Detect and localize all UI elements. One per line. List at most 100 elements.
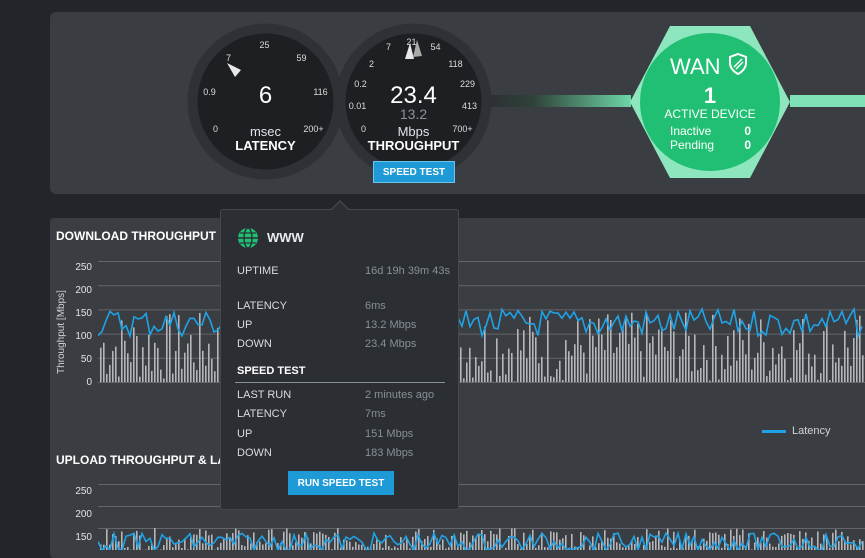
throughput-bar	[661, 327, 663, 382]
speed-latency-value: 7ms	[365, 407, 455, 422]
latency-row-value: 6ms	[365, 299, 455, 314]
throughput-bar	[103, 343, 105, 382]
throughput-bar	[616, 347, 618, 382]
throughput-bar	[394, 546, 396, 550]
throughput-bar	[646, 314, 648, 382]
throughput-bar	[496, 338, 498, 382]
throughput-bar	[499, 528, 501, 550]
throughput-bar	[841, 366, 843, 382]
globe-icon	[237, 227, 259, 249]
throughput-bar	[838, 358, 840, 382]
throughput-bar	[106, 374, 108, 382]
throughput-bar	[628, 344, 630, 382]
download-chart-plot[interactable]	[98, 261, 865, 386]
throughput-bar	[538, 363, 540, 382]
throughput-bar	[769, 544, 771, 550]
throughput-bar	[154, 528, 156, 550]
throughput-bar	[841, 532, 843, 550]
throughput-bar	[838, 541, 840, 550]
throughput-bar	[538, 545, 540, 550]
throughput-bar	[241, 545, 243, 550]
throughput-bar	[688, 336, 690, 382]
throughput-bar	[625, 318, 627, 382]
throughput-bar	[220, 543, 222, 550]
throughput-bar	[751, 370, 753, 382]
wan-active-label: ACTIVE DEVICE	[640, 107, 780, 121]
throughput-bar	[613, 353, 615, 382]
throughput-bar	[223, 539, 225, 550]
throughput-bar	[733, 330, 735, 382]
throughput-bar	[349, 542, 351, 550]
throughput-bar	[544, 377, 546, 382]
latency-legend-swatch	[762, 430, 786, 433]
throughput-bar	[784, 534, 786, 550]
throughput-bar	[313, 532, 315, 550]
run-speed-test-button[interactable]: RUN SPEED TEST	[288, 471, 394, 495]
throughput-bar	[133, 327, 135, 382]
throughput-gauge[interactable]: 0 0.01 0.2 2 7 21 54 118 229 413 700+ 23…	[335, 23, 492, 180]
upload-chart-plot[interactable]	[98, 484, 865, 550]
throughput-bar	[178, 315, 180, 382]
wan-pending-label: Pending	[670, 138, 714, 152]
throughput-bar	[718, 380, 720, 382]
throughput-bar	[154, 343, 156, 382]
throughput-bar	[358, 544, 360, 550]
throughput-bar	[487, 372, 489, 382]
wan-active-count: 1	[640, 83, 780, 109]
throughput-bar	[148, 546, 150, 550]
throughput-bar	[847, 348, 849, 382]
throughput-bar	[145, 366, 147, 382]
throughput-bar	[652, 336, 654, 382]
throughput-bar	[844, 331, 846, 382]
throughput-bar	[265, 543, 267, 550]
throughput-bar	[820, 544, 822, 550]
upload-ytick: 250	[56, 486, 92, 497]
throughput-bar	[748, 324, 750, 382]
throughput-bar	[721, 355, 723, 382]
throughput-bar	[205, 531, 207, 550]
wan-pending-count: 0	[744, 138, 751, 152]
throughput-tick-7: 118	[377, 59, 534, 69]
throughput-bar	[163, 545, 165, 550]
upload-chart-title: UPLOAD THROUGHPUT & LA	[56, 453, 226, 467]
throughput-bar	[547, 320, 549, 382]
throughput-bar	[565, 340, 567, 382]
throughput-bar	[115, 347, 117, 382]
throughput-bar	[769, 371, 771, 382]
throughput-bar	[817, 532, 819, 550]
throughput-bar	[628, 546, 630, 550]
throughput-bar	[742, 530, 744, 550]
throughput-bar	[727, 336, 729, 382]
throughput-bar	[766, 376, 768, 382]
throughput-bar	[217, 328, 219, 382]
throughput-bar	[100, 348, 102, 382]
throughput-bar	[388, 546, 390, 550]
throughput-bar	[682, 349, 684, 382]
throughput-bar	[715, 346, 717, 382]
throughput-bar	[784, 359, 786, 382]
throughput-bar	[469, 348, 471, 382]
throughput-bar	[193, 362, 195, 382]
throughput-bar	[604, 350, 606, 382]
throughput-bar	[502, 354, 504, 382]
throughput-bar	[571, 356, 573, 382]
speed-test-button[interactable]: SPEED TEST	[373, 161, 455, 183]
throughput-label: THROUGHPUT	[335, 138, 492, 153]
throughput-bar	[550, 376, 552, 382]
throughput-bar	[175, 351, 177, 382]
throughput-bar	[541, 357, 543, 382]
throughput-tick-6: 54	[357, 42, 514, 52]
throughput-bar	[511, 353, 513, 382]
throughput-bar	[118, 377, 120, 382]
throughput-bar	[298, 535, 300, 550]
throughput-bar	[361, 545, 363, 550]
throughput-bar	[622, 327, 624, 382]
throughput-bar	[460, 533, 462, 550]
throughput-bar	[505, 374, 507, 382]
throughput-bar	[517, 544, 519, 550]
chart-legend: Latency	[762, 425, 831, 437]
throughput-bar	[562, 380, 564, 382]
download-ytick: 50	[56, 354, 92, 365]
upload-ytick: 200	[56, 509, 92, 520]
throughput-bar	[793, 330, 795, 382]
